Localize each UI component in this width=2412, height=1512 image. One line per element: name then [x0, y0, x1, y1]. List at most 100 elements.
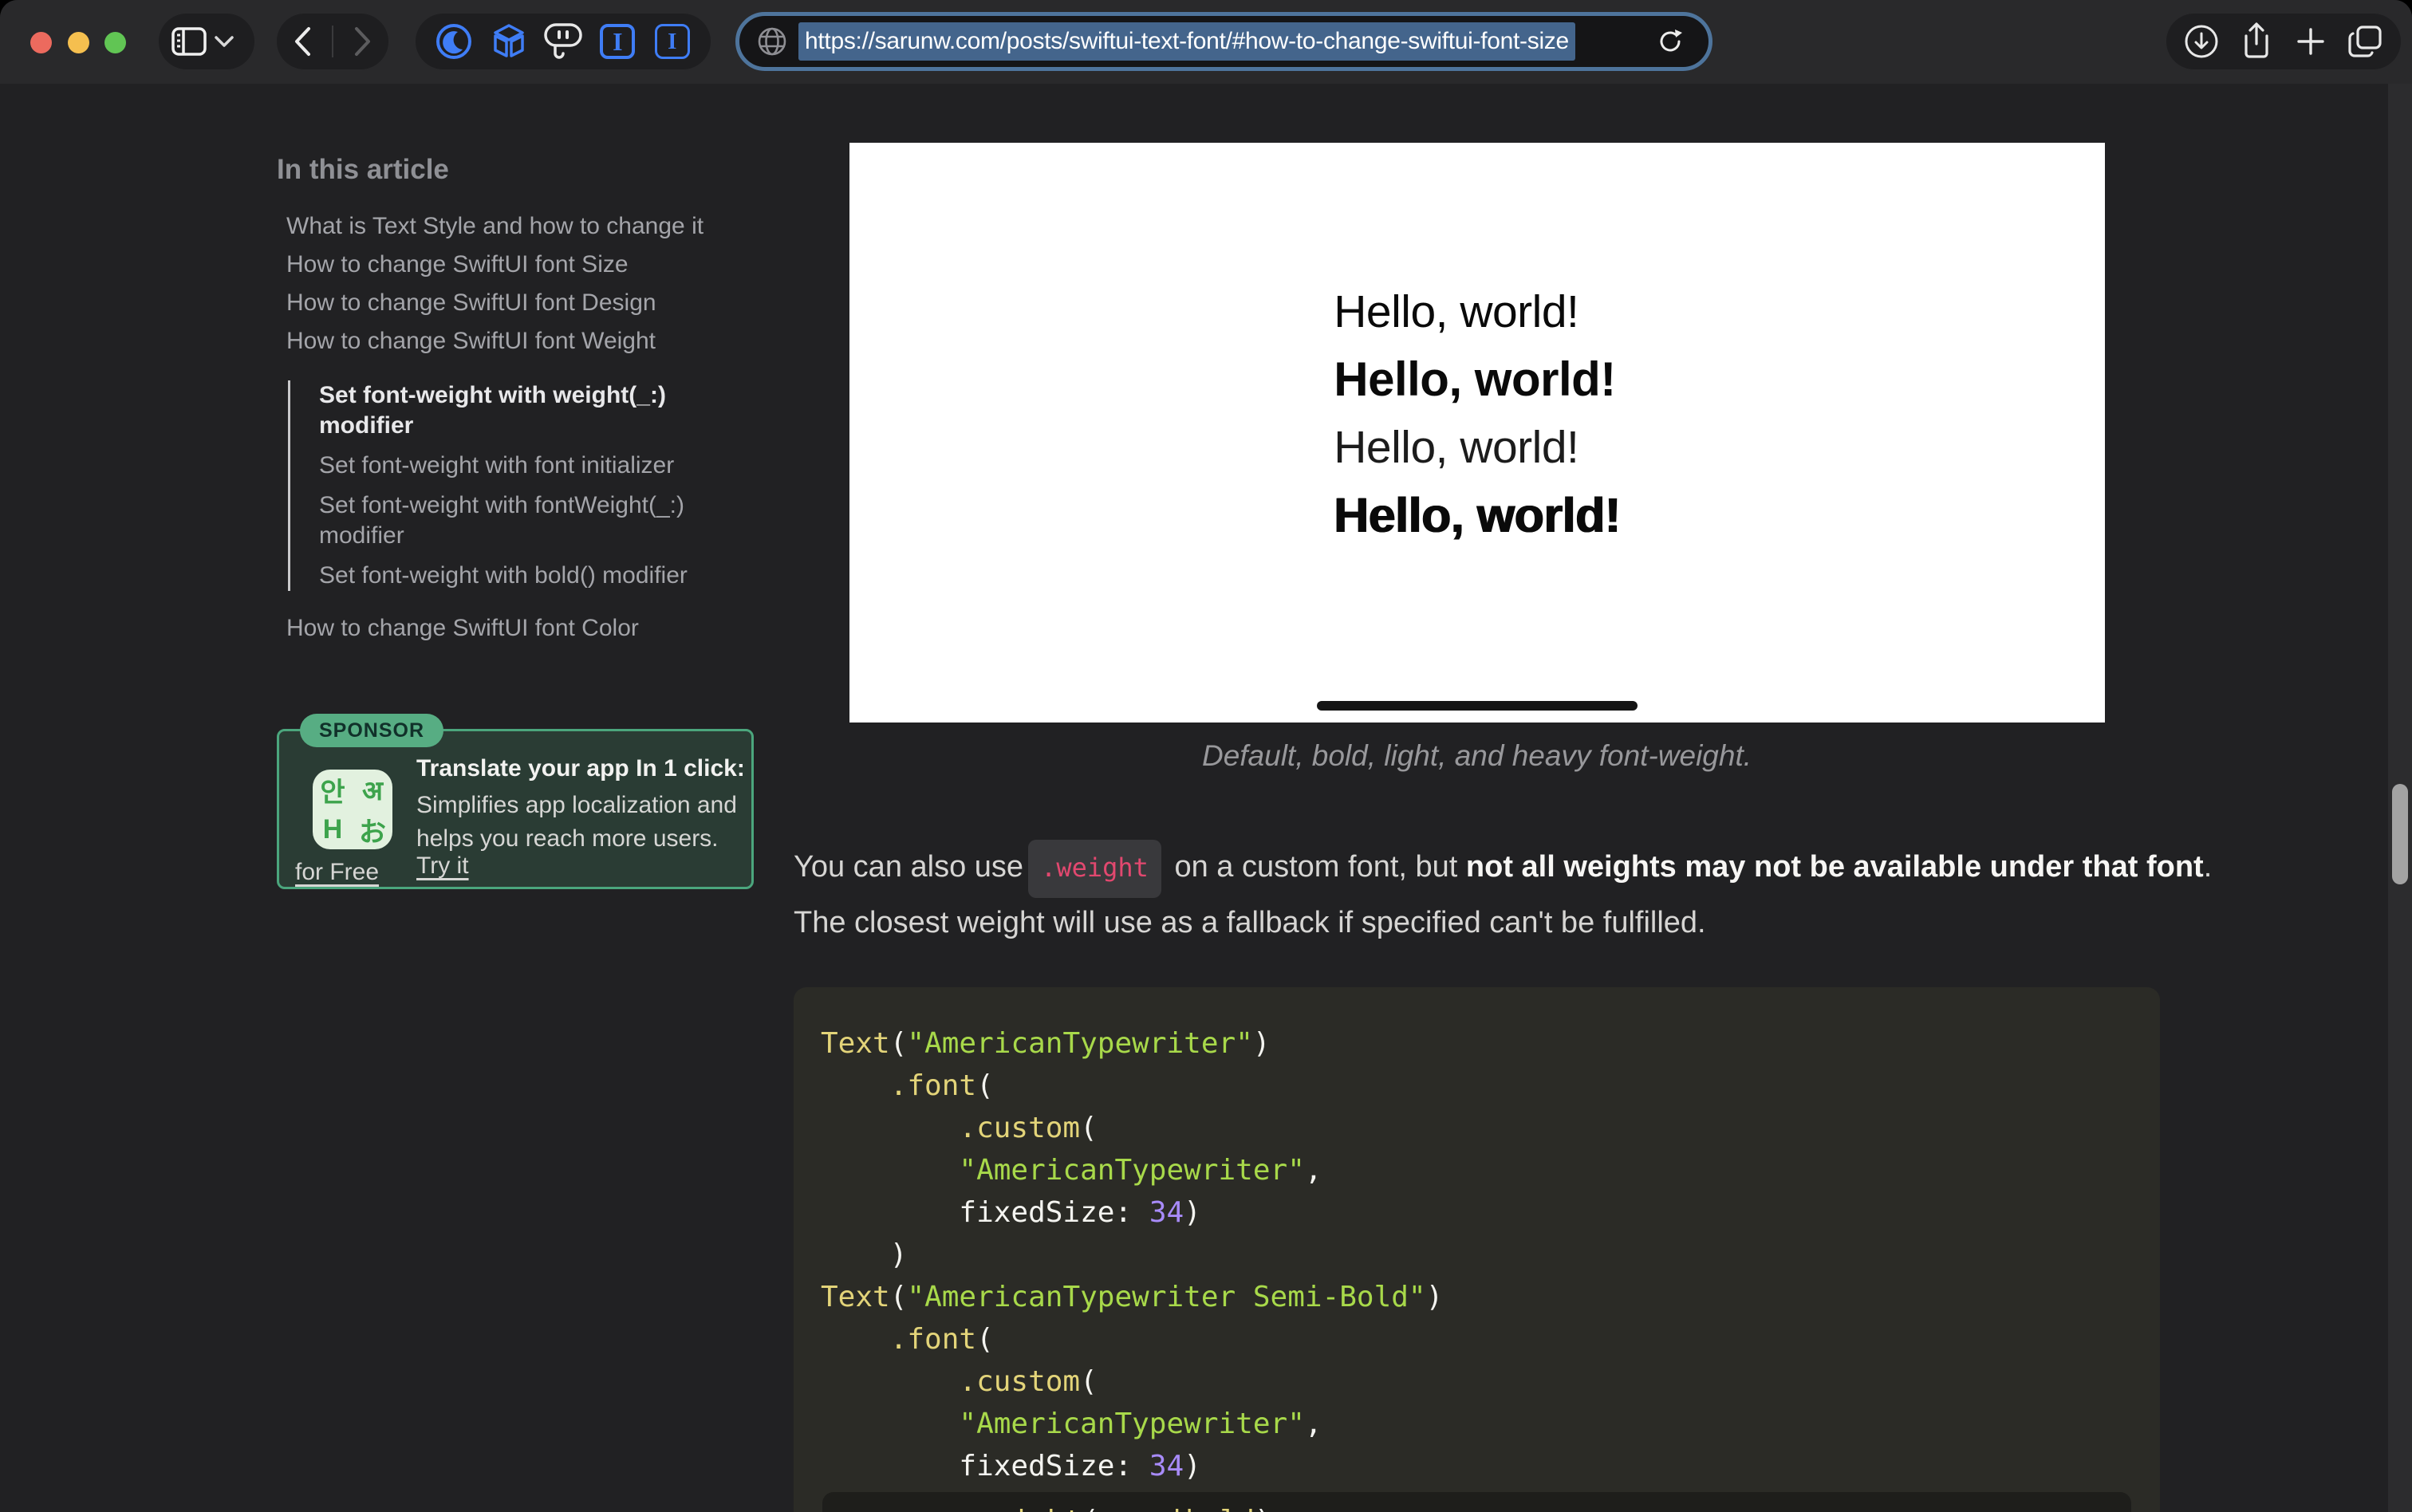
extensions-button-group: I I	[416, 14, 711, 69]
downloads-button[interactable]	[2181, 18, 2222, 65]
back-button[interactable]	[282, 18, 323, 65]
chevron-left-icon	[293, 26, 312, 57]
toc-sublink-0[interactable]: Set font-weight with weight(_:) modifier	[319, 380, 711, 441]
code-token: "AmericanTypewriter"	[907, 1027, 1252, 1060]
code-line-1: .font(	[794, 1065, 2160, 1107]
url-text-selected[interactable]: https://sarunw.com/posts/swiftui-text-fo…	[798, 22, 1575, 61]
code-token: )	[1253, 1027, 1271, 1060]
code-token: (	[1080, 1365, 1098, 1398]
code-token: (	[976, 1069, 994, 1102]
code-line-4: fixedSize: 34)	[794, 1191, 2160, 1234]
translate-glyph-0: 안	[313, 770, 353, 809]
cube-extension-button[interactable]	[488, 18, 530, 65]
minimize-window-button[interactable]	[68, 32, 89, 53]
swift-code-block: Text("AmericanTypewriter") .font( .custo…	[794, 987, 2160, 1512]
code-token: 34	[1149, 1196, 1184, 1229]
nav-button-group	[277, 14, 388, 69]
forward-button[interactable]	[342, 18, 384, 65]
moon-icon	[435, 22, 473, 61]
reload-icon	[1655, 26, 1685, 57]
i-badge-icon-2: I	[655, 24, 690, 59]
sponsor-badge: SPONSOR	[300, 714, 443, 747]
code-token	[821, 1154, 959, 1187]
code-line-0: Text("AmericanTypewriter")	[794, 1022, 2160, 1065]
reload-button[interactable]	[1649, 18, 1691, 65]
toc-top-links: What is Text Style and how to change it H…	[277, 211, 728, 356]
toc-sublink-1[interactable]: Set font-weight with font initializer	[319, 451, 711, 481]
code-token: 34	[1149, 1450, 1184, 1482]
toc-bottom-links: How to change SwiftUI font Color	[277, 613, 728, 644]
code-token: "AmericanTypewriter"	[959, 1154, 1304, 1187]
page-scrollbar-thumb[interactable]	[2392, 784, 2408, 884]
code-lines: Text("AmericanTypewriter") .font( .custo…	[794, 1022, 2160, 1487]
toc-sublink-3[interactable]: Set font-weight with bold() modifier	[319, 561, 711, 591]
toc-link-top-1[interactable]: How to change SwiftUI font Size	[277, 250, 728, 280]
new-tab-button[interactable]	[2290, 18, 2331, 65]
code-token: (	[890, 1027, 908, 1060]
code-line-5: )	[794, 1234, 2160, 1276]
tab-overview-button[interactable]	[2345, 18, 2386, 65]
i-badge-icon: I	[600, 24, 635, 59]
code-token: ,	[1305, 1408, 1322, 1440]
code-token: (	[1080, 1112, 1098, 1144]
sidebar-menu-chevron[interactable]	[207, 18, 242, 65]
moon-extension-button[interactable]	[433, 18, 475, 65]
code-line-6: Text("AmericanTypewriter Semi-Bold")	[794, 1276, 2160, 1318]
sponsor-try-link-part1[interactable]: Try it	[416, 852, 469, 879]
share-button[interactable]	[2236, 18, 2277, 65]
chevron-right-icon	[353, 26, 372, 57]
code-token: ,	[1305, 1154, 1322, 1187]
code-token	[821, 1408, 959, 1440]
code-line-10: fixedSize: 34)	[794, 1445, 2160, 1487]
code-token: "AmericanTypewriter Semi-Bold"	[907, 1281, 1425, 1313]
code-token: (	[890, 1281, 908, 1313]
code-token: .custom	[959, 1365, 1080, 1398]
code-token: .weight	[960, 1505, 1082, 1512]
table-of-contents: In this article What is Text Style and h…	[277, 154, 728, 652]
translate-glyph-1: अ	[353, 770, 392, 809]
page-content: In this article What is Text Style and h…	[0, 84, 2412, 1512]
tab-overview-icon	[2347, 24, 2385, 59]
cube-icon	[490, 22, 528, 61]
paragraph-bold: not all weights may not be available und…	[1466, 850, 2204, 884]
code-line-7: .font(	[794, 1318, 2160, 1360]
sponsor-try-link-part2[interactable]: for Free	[295, 859, 379, 886]
code-token: )	[821, 1238, 907, 1271]
code-token: )	[1184, 1450, 1201, 1482]
code-token	[821, 1365, 959, 1398]
zoom-window-button[interactable]	[104, 32, 126, 53]
article-paragraph: You can also use.weight on a custom font…	[794, 840, 2213, 948]
code-token: .custom	[959, 1112, 1080, 1144]
sponsor-body-line2: helps you reach more users. Try it	[416, 825, 751, 880]
hello-world-regular: Hello, world!	[1334, 285, 1621, 339]
address-bar[interactable]: https://sarunw.com/posts/swiftui-text-fo…	[735, 12, 1712, 71]
hello-world-lines: Hello, world!Hello, world!Hello, world!H…	[1334, 285, 1621, 556]
paragraph-seg2: on a custom font, but	[1166, 850, 1466, 884]
sponsor-box: SPONSOR 안अHお Translate your app In 1 cli…	[277, 729, 754, 889]
close-window-button[interactable]	[30, 32, 52, 53]
i-badge-extension-button[interactable]: I	[597, 18, 638, 65]
code-token: )	[1255, 1505, 1272, 1512]
highlighted-code-row: .weight(.semibold)	[822, 1492, 2131, 1512]
plug-extension-button[interactable]	[542, 18, 584, 65]
chevron-down-icon	[214, 35, 235, 48]
hello-world-light: Hello, world!	[1334, 420, 1621, 474]
i-badge-extension-button-2[interactable]: I	[652, 18, 693, 65]
toc-link-top-2[interactable]: How to change SwiftUI font Design	[277, 288, 728, 318]
translate-glyph-2: H	[313, 809, 353, 849]
translate-glyph-3: お	[353, 809, 392, 849]
toc-link-top-3[interactable]: How to change SwiftUI font Weight	[277, 326, 728, 356]
code-token: Text	[821, 1281, 890, 1313]
toc-link-bottom-0[interactable]: How to change SwiftUI font Color	[277, 613, 728, 644]
code-token	[821, 1069, 890, 1102]
browser-window: I I https://sarunw.com/posts/swiftui-tex…	[0, 0, 2412, 1512]
code-token: )	[1426, 1281, 1444, 1313]
code-token	[821, 1112, 959, 1144]
code-token: (	[1082, 1505, 1099, 1512]
sidebar-toggle-button[interactable]	[171, 18, 207, 65]
toc-link-top-0[interactable]: What is Text Style and how to change it	[277, 211, 728, 242]
toc-sublink-2[interactable]: Set font-weight with fontWeight(_:) modi…	[319, 490, 711, 551]
browser-toolbar: I I https://sarunw.com/posts/swiftui-tex…	[0, 0, 2412, 84]
sponsor-headline: Translate your app In 1 click:	[416, 755, 745, 782]
code-token: "AmericanTypewriter"	[959, 1408, 1304, 1440]
